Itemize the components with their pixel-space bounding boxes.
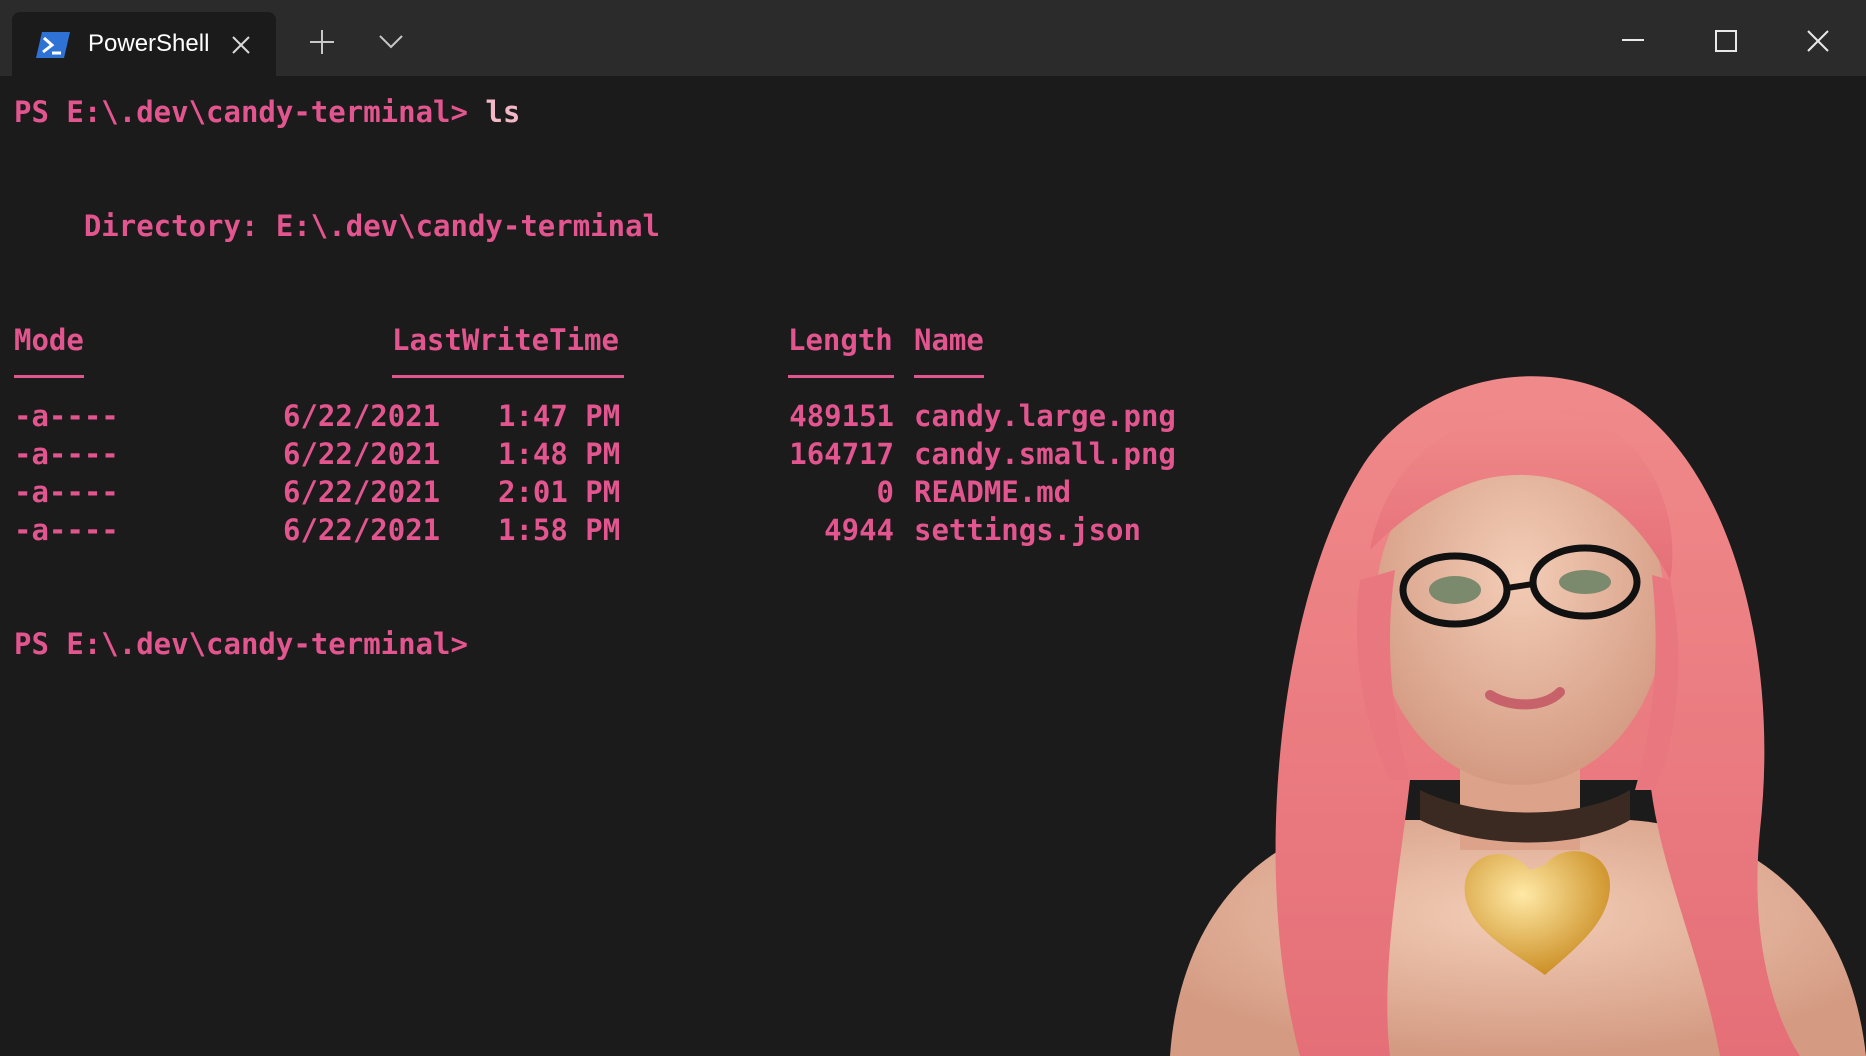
header-underline xyxy=(14,375,84,378)
row-name: candy.small.png xyxy=(914,437,1176,471)
header-length: Length xyxy=(788,323,893,357)
close-icon[interactable] xyxy=(1806,29,1830,53)
row-date: 6/22/2021 xyxy=(283,399,441,433)
header-name: Name xyxy=(914,323,984,357)
final-prompt: PS E:\.dev\candy-terminal> xyxy=(14,627,468,661)
row-mode: -a---- xyxy=(14,399,119,433)
header-underline xyxy=(914,375,984,378)
row-date: 6/22/2021 xyxy=(283,475,441,509)
row-mode: -a---- xyxy=(14,437,119,471)
row-length: 0 xyxy=(876,475,894,509)
row-name: README.md xyxy=(914,475,1072,509)
tab-powershell[interactable]: PowerShell xyxy=(12,12,276,76)
powershell-icon xyxy=(36,32,70,58)
minimize-icon[interactable] xyxy=(1622,38,1644,42)
row-length: 4944 xyxy=(824,513,894,547)
close-tab-icon[interactable] xyxy=(230,34,252,56)
command-text: ls xyxy=(467,95,521,129)
row-mode: -a---- xyxy=(14,475,119,509)
directory-line: Directory: E:\.dev\candy-terminal xyxy=(14,209,661,243)
row-length: 164717 xyxy=(789,437,894,471)
row-time: 1:47 PM xyxy=(498,399,621,433)
row-time: 2:01 PM xyxy=(498,475,621,509)
row-length: 489151 xyxy=(789,399,894,433)
row-date: 6/22/2021 xyxy=(283,437,441,471)
row-time: 1:48 PM xyxy=(498,437,621,471)
character-background-image xyxy=(1170,376,1866,1056)
row-time: 1:58 PM xyxy=(498,513,621,547)
plus-icon[interactable] xyxy=(308,28,336,56)
title-bar: PowerShell xyxy=(0,0,1866,76)
chevron-down-icon[interactable] xyxy=(378,34,404,50)
header-lastwritetime: LastWriteTime xyxy=(392,323,619,357)
header-mode: Mode xyxy=(14,323,84,357)
header-underline xyxy=(788,375,894,378)
prompt: PS E:\.dev\candy-terminal> xyxy=(14,95,468,129)
header-underline xyxy=(392,375,624,378)
command-line: PS E:\.dev\candy-terminal> ls xyxy=(14,94,520,130)
tab-title: PowerShell xyxy=(88,30,210,57)
row-name: candy.large.png xyxy=(914,399,1176,433)
row-name: settings.json xyxy=(914,513,1141,547)
row-mode: -a---- xyxy=(14,513,119,547)
row-date: 6/22/2021 xyxy=(283,513,441,547)
maximize-icon[interactable] xyxy=(1715,30,1737,52)
